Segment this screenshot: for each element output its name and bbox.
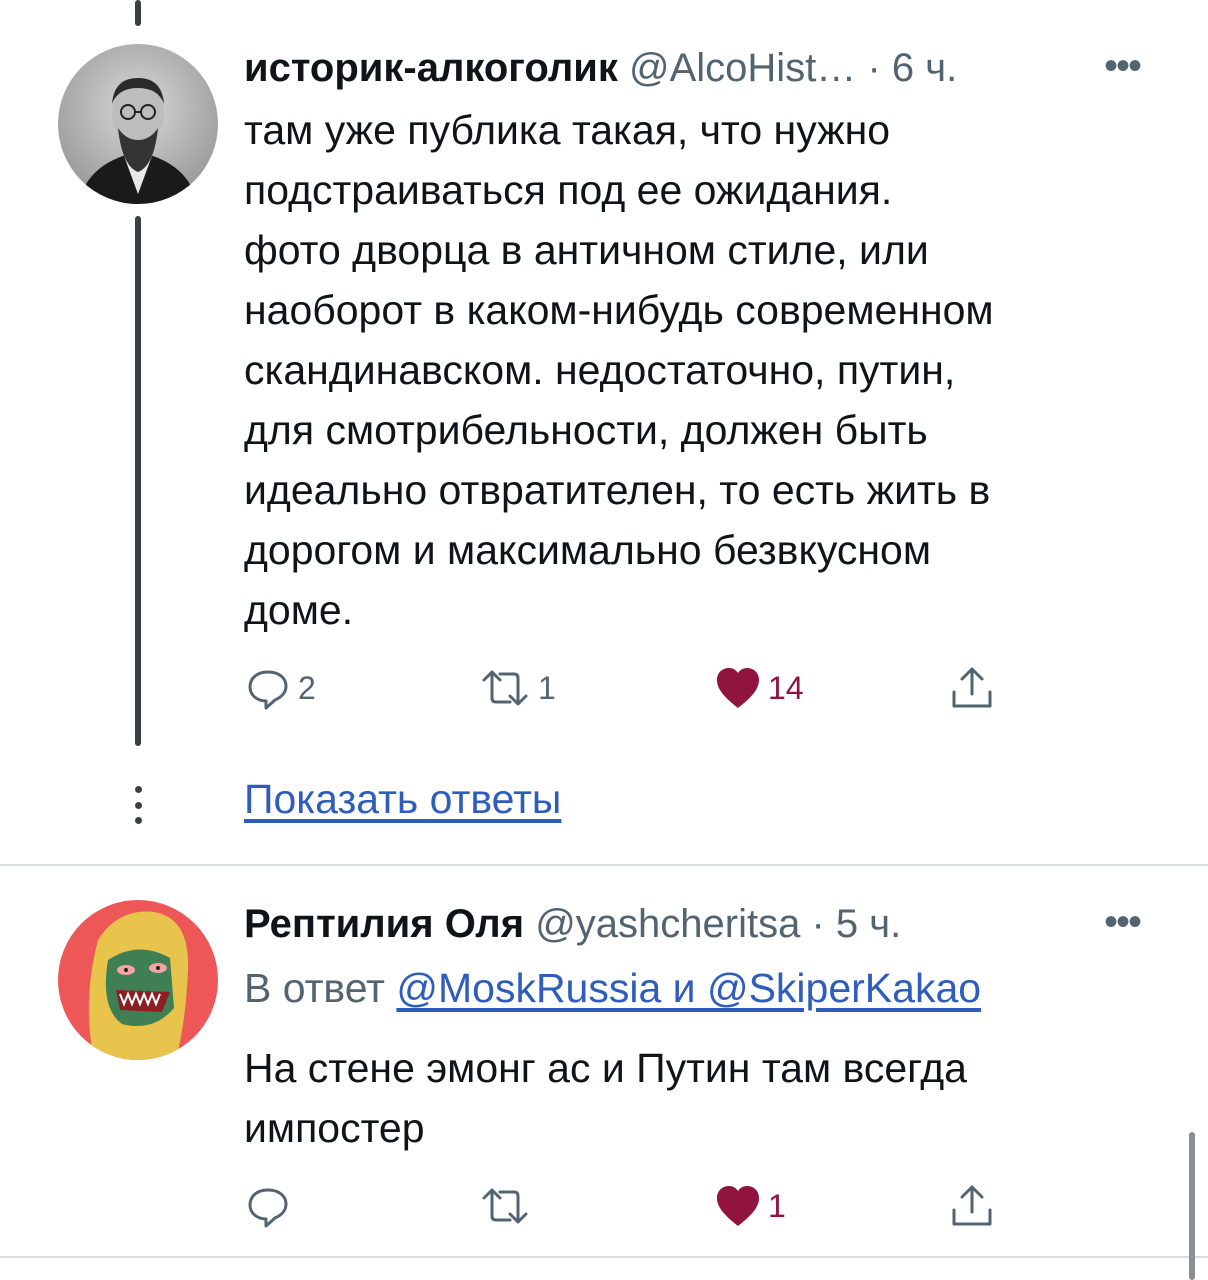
avatar[interactable] (58, 900, 218, 1060)
author-name[interactable]: Рептилия Оля (244, 902, 524, 946)
author-handle[interactable]: @AlcoHist… (629, 46, 856, 90)
like-icon (717, 668, 759, 708)
tweet-actions: 2 1 14 (0, 658, 1208, 718)
retweet-button[interactable]: 1 (478, 658, 556, 718)
reply-prefix: В ответ (244, 965, 385, 1011)
timestamp[interactable]: 5 ч. (836, 902, 901, 946)
retweet-count: 1 (538, 669, 556, 706)
reply-icon (248, 670, 288, 710)
scrollbar[interactable] (1189, 1132, 1195, 1280)
separator-dot: · (867, 46, 881, 90)
reply-context: В ответ @MoskRussia и @SkiperKakao (244, 965, 981, 1012)
like-button[interactable]: 1 (714, 1176, 786, 1236)
retweet-button[interactable] (478, 1176, 532, 1236)
like-icon (717, 1186, 759, 1226)
reply-button[interactable]: 2 (244, 658, 316, 718)
like-count: 1 (768, 1187, 786, 1224)
tweet-header: историк-алкоголик @AlcoHist… · 6 ч. (244, 44, 957, 92)
reply-icon (248, 1188, 288, 1228)
share-icon (952, 667, 992, 708)
author-handle[interactable]: @yashcheritsa (535, 902, 800, 946)
share-button[interactable] (948, 658, 996, 718)
separator-dot: · (811, 902, 825, 946)
share-icon (952, 1185, 992, 1226)
thread-line-top (135, 0, 141, 26)
tweet-text: На стене эмонг ас и Путин там всегда имп… (244, 1045, 967, 1151)
divider (0, 864, 1208, 866)
thread-more-dots (133, 786, 143, 824)
author-name[interactable]: историк-алкоголик (244, 46, 618, 90)
reply-mentions-link[interactable]: @MoskRussia и @SkiperKakao (396, 965, 981, 1011)
divider (0, 1256, 1208, 1258)
show-replies-link[interactable]: Показать ответы (244, 776, 561, 823)
like-button[interactable]: 14 (714, 658, 804, 718)
reply-count: 2 (298, 669, 316, 706)
retweet-icon (482, 670, 528, 706)
tweet-header: Рептилия Оля @yashcheritsa · 5 ч. (244, 900, 901, 948)
tweet-actions: 1 (0, 1176, 1208, 1236)
share-button[interactable] (948, 1176, 996, 1236)
more-icon[interactable]: ••• (1104, 902, 1142, 942)
tweet-text: там уже публика такая, что нужно подстра… (244, 107, 994, 633)
timestamp[interactable]: 6 ч. (892, 46, 957, 90)
like-count: 14 (768, 669, 804, 706)
retweet-icon (482, 1188, 528, 1224)
avatar[interactable] (58, 44, 218, 204)
reply-button[interactable] (244, 1176, 292, 1236)
more-icon[interactable]: ••• (1104, 46, 1142, 86)
